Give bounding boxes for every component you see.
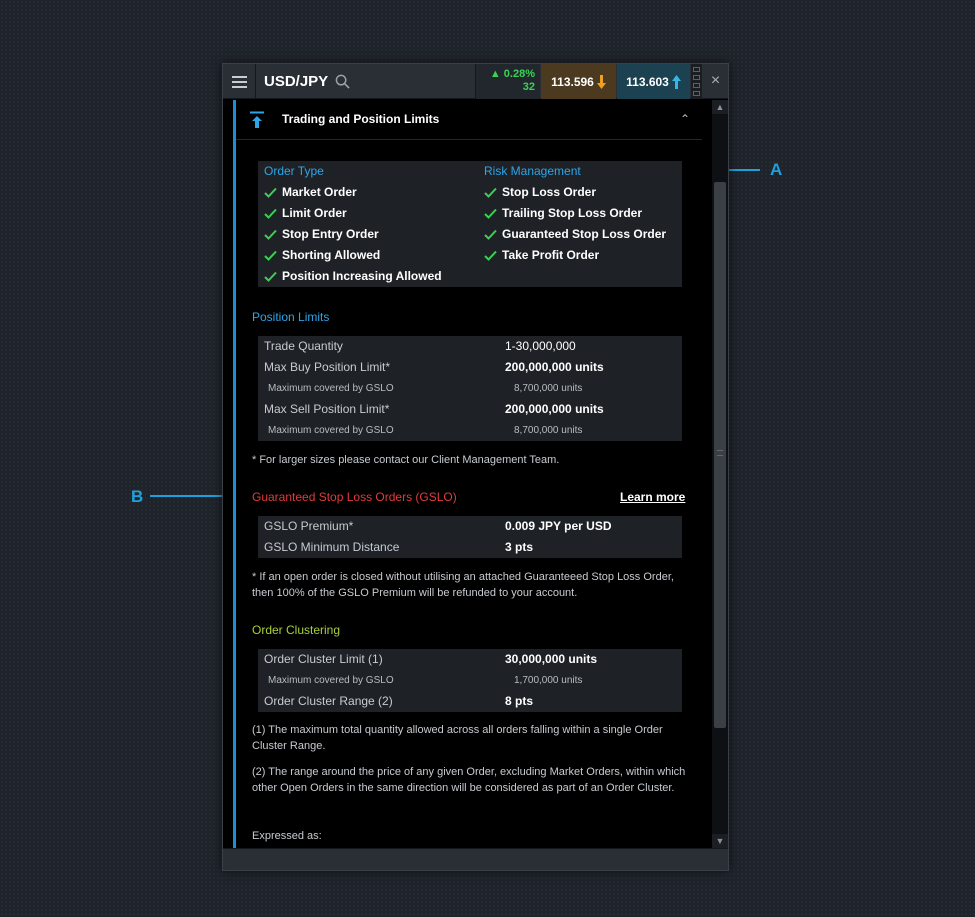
table-row: Max Sell Position Limit* 200,000,000 unit… (264, 402, 604, 416)
status-bar (223, 848, 728, 870)
order-clustering-note-2: (2) The range around the price of any gi… (252, 766, 686, 794)
up-triangle-icon: ▲ (489, 68, 501, 80)
gslo-heading: Guaranteed Stop Loss Orders (GSLO) (252, 490, 457, 504)
section-title: Trading and Position Limits (282, 112, 440, 126)
table-row: Order Cluster Limit (1) 30,000,000 units (264, 652, 598, 666)
check-icon (484, 229, 497, 240)
price-change: ▲ 0.28% 32 (475, 64, 540, 99)
down-arrow-icon (596, 74, 606, 89)
position-limits-table: Trade Quantity 1-30,000,000 Max Buy Posit… (258, 336, 682, 441)
section-header[interactable]: Trading and Position Limits ⌃ (236, 100, 702, 140)
order-clustering-heading: Order Clustering (252, 623, 341, 637)
table-row: GSLO Minimum Distance 3 pts (264, 540, 534, 554)
check-icon (264, 250, 277, 261)
table-row: Maximum covered by GSLO 8,700,000 units (268, 425, 583, 436)
search-icon[interactable] (335, 74, 350, 89)
risk-management-heading: Risk Management (484, 164, 581, 178)
menu-button[interactable] (223, 64, 256, 99)
learn-more-link[interactable]: Learn more (620, 490, 685, 504)
check-icon (264, 208, 277, 219)
scroll-down-icon[interactable]: ▼ (712, 834, 728, 848)
grip-icon (717, 450, 723, 456)
order-types-panel: Order Type Risk Management Market Order … (258, 161, 682, 287)
up-arrow-icon (671, 74, 681, 89)
position-limits-note: * For larger sizes please contact our Cl… (252, 454, 560, 466)
table-row: Order Cluster Range (2) 8 pts (264, 694, 534, 708)
position-limits-heading: Position Limits (252, 310, 330, 324)
check-icon (484, 208, 497, 219)
callout-b-line (150, 495, 230, 497)
close-button[interactable]: × (703, 64, 728, 99)
vertical-scrollbar[interactable]: ▲ ▼ (712, 100, 728, 848)
instrument-symbol[interactable]: USD/JPY (264, 64, 328, 99)
table-row: Max Buy Position Limit* 200,000,000 units (264, 360, 604, 374)
callout-b-label: B (131, 487, 144, 506)
pin-top-icon (250, 111, 264, 128)
drag-handle[interactable] (691, 64, 702, 99)
gslo-note: * If an open order is closed without uti… (252, 571, 674, 599)
check-icon (264, 271, 277, 282)
order-clustering-table: Order Cluster Limit (1) 30,000,000 units … (258, 649, 682, 712)
hamburger-icon (231, 75, 247, 78)
sell-price: 113.596 (551, 74, 594, 89)
buy-price: 113.603 (626, 74, 669, 89)
order-clustering-note-1: (1) The maximum total quantity allowed a… (252, 724, 663, 752)
change-percent: 0.28% (503, 68, 535, 80)
order-type-heading: Order Type (264, 164, 324, 178)
table-row: Maximum covered by GSLO 8,700,000 units (268, 383, 583, 394)
change-points: 32 (522, 81, 535, 93)
gslo-table: GSLO Premium* 0.009 JPY per USD GSLO Mini… (258, 516, 682, 558)
check-icon (484, 250, 497, 261)
scroll-up-icon[interactable]: ▲ (712, 100, 728, 114)
expressed-as-label: Expressed as: (252, 830, 322, 842)
scroll-thumb[interactable] (714, 182, 726, 728)
table-row: GSLO Premium* 0.009 JPY per USD (264, 519, 612, 533)
sell-price-button[interactable]: 113.596 (541, 64, 616, 99)
table-row: Maximum covered by GSLO 1,700,000 units (268, 675, 583, 686)
table-row: Trade Quantity 1-30,000,000 (264, 339, 576, 353)
title-bar: USD/JPY ▲ 0.28% 32 113.596 113.603 × (223, 64, 728, 99)
check-icon (484, 187, 497, 198)
info-panel: Trading and Position Limits ⌃ Order Type… (233, 100, 702, 848)
callout-a-label: A (770, 160, 783, 179)
check-icon (264, 229, 277, 240)
check-icon (264, 187, 277, 198)
chevron-up-icon[interactable]: ⌃ (680, 112, 690, 126)
buy-price-button[interactable]: 113.603 (617, 64, 690, 99)
instrument-window: USD/JPY ▲ 0.28% 32 113.596 113.603 × Tra… (222, 63, 729, 871)
